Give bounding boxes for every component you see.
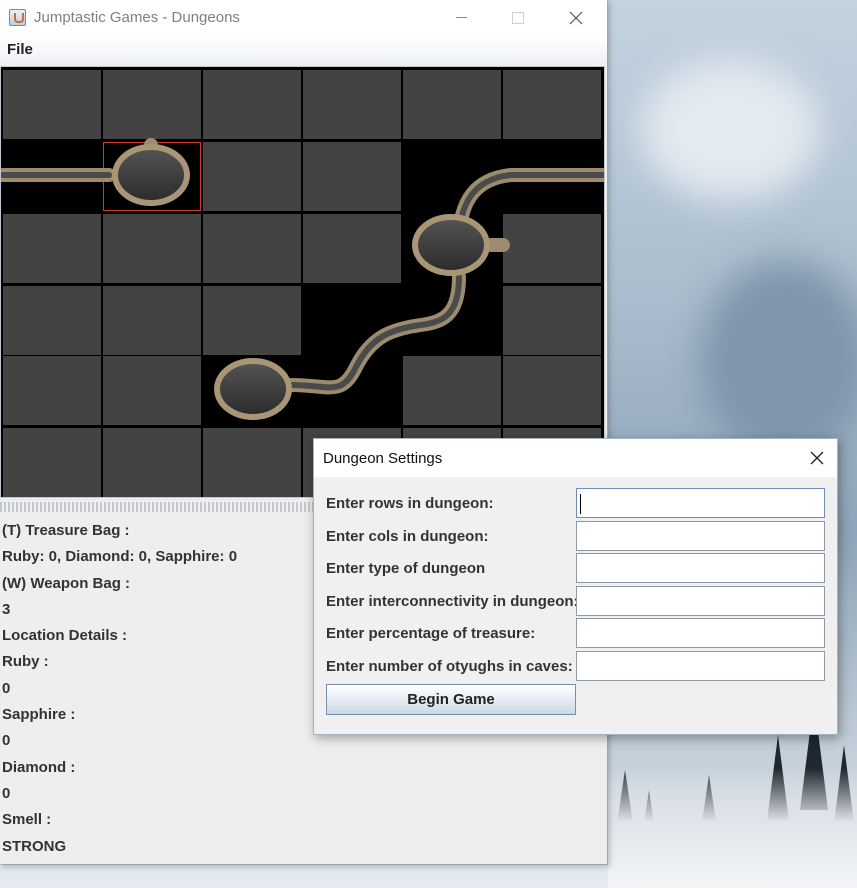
otyughs-label: Enter number of otyughs in caves: xyxy=(326,658,573,675)
dialog-title: Dungeon Settings xyxy=(323,450,443,467)
player-info-panel: (T) Treasure Bag : Ruby: 0, Diamond: 0, … xyxy=(2,518,237,860)
minimize-button[interactable] xyxy=(438,0,484,36)
ruby-label: Ruby : xyxy=(2,653,49,671)
cols-field-row: Enter cols in dungeon: xyxy=(314,521,837,553)
type-input[interactable] xyxy=(576,553,825,583)
treasure-bag-contents: Ruby: 0, Diamond: 0, Sapphire: 0 xyxy=(2,548,238,566)
rows-label: Enter rows in dungeon: xyxy=(326,495,494,512)
maximize-icon xyxy=(512,12,524,24)
smell-label: Smell : xyxy=(2,811,52,829)
cols-input[interactable] xyxy=(576,521,825,551)
window-title: Jumptastic Games - Dungeons xyxy=(34,9,240,26)
location-details-label: Location Details : xyxy=(2,627,128,645)
menu-file[interactable]: File xyxy=(7,41,33,58)
treasure-percentage-label: Enter percentage of treasure: xyxy=(326,625,536,642)
cave xyxy=(112,144,490,420)
type-label: Enter type of dungeon xyxy=(326,560,486,577)
tunnel-stone-edge xyxy=(1,138,604,395)
title-bar[interactable]: Jumptastic Games - Dungeons xyxy=(0,0,607,36)
weapon-bag-label: (W) Weapon Bag : xyxy=(2,574,131,592)
dialog-title-bar[interactable]: Dungeon Settings xyxy=(314,439,837,477)
maximize-button[interactable] xyxy=(495,0,541,36)
dialog-close-button[interactable] xyxy=(797,439,837,477)
treasure-field-row: Enter percentage of treasure: xyxy=(314,618,837,650)
otyughs-input[interactable] xyxy=(576,651,825,681)
dungeon-settings-dialog: Dungeon Settings Enter rows in dungeon: … xyxy=(313,438,838,735)
type-field-row: Enter type of dungeon xyxy=(314,553,837,585)
rows-input[interactable] xyxy=(576,488,825,518)
treasure-bag-label: (T) Treasure Bag : xyxy=(2,522,130,539)
interconnectivity-label: Enter interconnectivity in dungeon: xyxy=(326,593,579,610)
dungeon-paths xyxy=(1,138,604,420)
sapphire-value: 0 xyxy=(2,732,11,750)
close-icon xyxy=(810,451,824,465)
dungeon-board xyxy=(0,66,605,498)
diamond-label: Diamond : xyxy=(2,758,76,776)
minimize-icon xyxy=(455,16,467,18)
treasure-percentage-input[interactable] xyxy=(576,618,825,648)
rows-field-row: Enter rows in dungeon: xyxy=(314,488,837,520)
close-button[interactable] xyxy=(553,0,599,36)
menu-bar: File xyxy=(0,36,607,64)
smell-value: STRONG xyxy=(2,837,67,855)
otyughs-field-row: Enter number of otyughs in caves: xyxy=(314,651,837,683)
java-app-icon xyxy=(9,9,26,26)
text-caret xyxy=(580,494,581,514)
cols-label: Enter cols in dungeon: xyxy=(326,528,489,545)
begin-game-button[interactable]: Begin Game xyxy=(326,684,576,715)
diamond-value: 0 xyxy=(2,784,11,802)
sapphire-label: Sapphire : xyxy=(2,706,76,724)
weapon-bag-count: 3 xyxy=(2,600,11,618)
tunnel-floor xyxy=(1,172,604,391)
close-icon xyxy=(569,11,583,25)
interconnectivity-field-row: Enter interconnectivity in dungeon: xyxy=(314,586,837,618)
ruby-value: 0 xyxy=(2,679,11,697)
interconnectivity-input[interactable] xyxy=(576,586,825,616)
